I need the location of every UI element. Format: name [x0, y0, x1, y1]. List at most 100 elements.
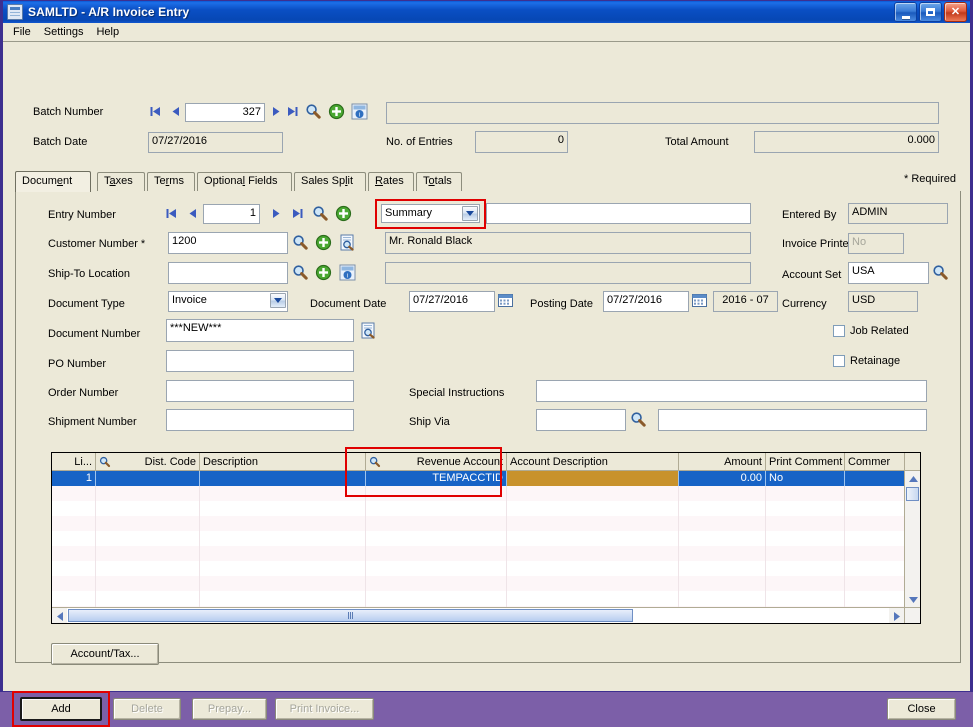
grid-cell-empty[interactable]	[52, 561, 96, 576]
horizontal-scroll-thumb[interactable]	[68, 609, 633, 622]
grid-cell-empty[interactable]	[96, 561, 200, 576]
table-row-empty[interactable]	[52, 516, 920, 531]
posting-date-calendar-icon[interactable]	[692, 293, 709, 310]
grid-cell-revenue_acct[interactable]: TEMPACCTID	[366, 471, 507, 486]
batch-next-button[interactable]	[268, 104, 282, 119]
ship-via-code-input[interactable]	[536, 409, 626, 431]
grid-cell-empty[interactable]	[766, 501, 845, 516]
grid-cell-empty[interactable]	[679, 531, 766, 546]
grid-cell-empty[interactable]	[766, 516, 845, 531]
grid-cell-empty[interactable]	[200, 486, 366, 501]
grid-cell-empty[interactable]	[200, 501, 366, 516]
account-set-input[interactable]: USA	[848, 262, 929, 284]
document-number-inquiry-icon[interactable]	[360, 322, 377, 339]
grid-cell-empty[interactable]	[52, 486, 96, 501]
grid-body[interactable]: 1 TEMPACCTID 0.00 No	[52, 471, 920, 607]
scroll-down-icon[interactable]	[905, 592, 920, 607]
scroll-left-icon[interactable]	[52, 608, 67, 623]
grid-cell-empty[interactable]	[679, 516, 766, 531]
add-button[interactable]: Add	[20, 697, 102, 721]
document-number-input[interactable]: ***NEW***	[166, 319, 354, 342]
entry-new-plus-icon[interactable]	[335, 205, 352, 222]
batch-first-button[interactable]	[148, 104, 162, 119]
grid-cell-empty[interactable]	[52, 576, 96, 591]
table-row-empty[interactable]	[52, 531, 920, 546]
customer-finder-magnifier-icon[interactable]	[292, 234, 309, 251]
grid-cell-empty[interactable]	[845, 591, 905, 606]
ship-via-description-input[interactable]	[658, 409, 927, 431]
chevron-down-icon[interactable]	[462, 206, 478, 221]
vertical-scroll-thumb[interactable]	[906, 487, 919, 501]
tab-rates[interactable]: Rates	[368, 172, 414, 191]
column-finder-magnifier-icon[interactable]	[99, 456, 111, 468]
grid-cell-empty[interactable]	[200, 591, 366, 606]
account-tax-button[interactable]: Account/Tax...	[51, 643, 159, 665]
grid-cell-empty[interactable]	[845, 501, 905, 516]
entry-last-button[interactable]	[290, 206, 304, 221]
grid-cell-empty[interactable]	[366, 561, 507, 576]
posting-date-input[interactable]: 07/27/2016	[603, 291, 689, 312]
grid-cell-empty[interactable]	[52, 501, 96, 516]
grid-header-print_comment[interactable]: Print Comment	[766, 453, 845, 470]
grid-cell-empty[interactable]	[845, 531, 905, 546]
grid-cell-empty[interactable]	[52, 591, 96, 606]
grid-cell-empty[interactable]	[96, 591, 200, 606]
grid-cell-empty[interactable]	[507, 546, 679, 561]
close-button[interactable]: Close	[887, 698, 956, 720]
grid-cell-empty[interactable]	[96, 486, 200, 501]
grid-cell-empty[interactable]	[52, 516, 96, 531]
grid-cell-empty[interactable]	[766, 591, 845, 606]
entry-description-input[interactable]	[486, 203, 751, 224]
grid-cell-empty[interactable]	[366, 516, 507, 531]
ship-to-info-globe-icon[interactable]: i	[339, 264, 356, 281]
table-row[interactable]: 1 TEMPACCTID 0.00 No	[52, 471, 920, 486]
grid-cell-empty[interactable]	[766, 576, 845, 591]
grid-vertical-scrollbar[interactable]	[904, 471, 920, 607]
grid-cell-empty[interactable]	[845, 546, 905, 561]
batch-prev-button[interactable]	[169, 104, 183, 119]
grid-cell-empty[interactable]	[845, 486, 905, 501]
grid-cell-comment[interactable]	[845, 471, 905, 486]
grid-header-dist_code[interactable]: Dist. Code	[96, 453, 200, 470]
tab-taxes[interactable]: Taxes	[97, 172, 145, 191]
grid-header-amount[interactable]: Amount	[679, 453, 766, 470]
grid-cell-empty[interactable]	[366, 531, 507, 546]
batch-finder-magnifier-icon[interactable]	[305, 103, 322, 120]
retainage-checkbox[interactable]	[833, 355, 845, 367]
grid-cell-empty[interactable]	[845, 516, 905, 531]
job-related-checkbox[interactable]	[833, 325, 845, 337]
tab-document[interactable]: Document	[15, 171, 91, 192]
job-related-checkbox-row[interactable]: Job Related	[833, 325, 909, 337]
menu-item-settings[interactable]: Settings	[39, 25, 92, 40]
menu-item-help[interactable]: Help	[91, 25, 127, 40]
grid-cell-empty[interactable]	[679, 591, 766, 606]
grid-header-revenue_acct[interactable]: Revenue Account	[366, 453, 507, 470]
retainage-checkbox-row[interactable]: Retainage	[833, 355, 900, 367]
chevron-down-icon[interactable]	[270, 293, 286, 308]
detail-grid[interactable]: Li... Dist. Code Description Revenue Accoun…	[51, 452, 921, 624]
grid-cell-empty[interactable]	[366, 591, 507, 606]
grid-cell-empty[interactable]	[845, 561, 905, 576]
grid-header-description[interactable]: Description	[200, 453, 366, 470]
grid-cell-empty[interactable]	[366, 501, 507, 516]
grid-cell-empty[interactable]	[200, 561, 366, 576]
document-type-combo[interactable]: Invoice	[168, 291, 288, 312]
grid-cell-print_comment[interactable]: No	[766, 471, 845, 486]
grid-cell-empty[interactable]	[845, 576, 905, 591]
batch-number-input[interactable]: 327	[185, 103, 265, 122]
grid-cell-dist_code[interactable]	[96, 471, 200, 486]
tab-sales-split[interactable]: Sales Split	[294, 172, 366, 191]
po-number-input[interactable]	[166, 350, 354, 372]
grid-cell-empty[interactable]	[507, 561, 679, 576]
minimize-icon[interactable]	[894, 2, 917, 22]
grid-cell-empty[interactable]	[96, 501, 200, 516]
grid-header-comment[interactable]: Commer	[845, 453, 905, 470]
grid-cell-line[interactable]: 1	[52, 471, 96, 486]
entry-next-button[interactable]	[268, 206, 282, 221]
grid-cell-empty[interactable]	[766, 561, 845, 576]
document-date-input[interactable]: 07/27/2016	[409, 291, 495, 312]
grid-cell-empty[interactable]	[507, 516, 679, 531]
maximize-icon[interactable]	[919, 2, 942, 22]
entry-finder-magnifier-icon[interactable]	[312, 205, 329, 222]
grid-cell-empty[interactable]	[679, 486, 766, 501]
